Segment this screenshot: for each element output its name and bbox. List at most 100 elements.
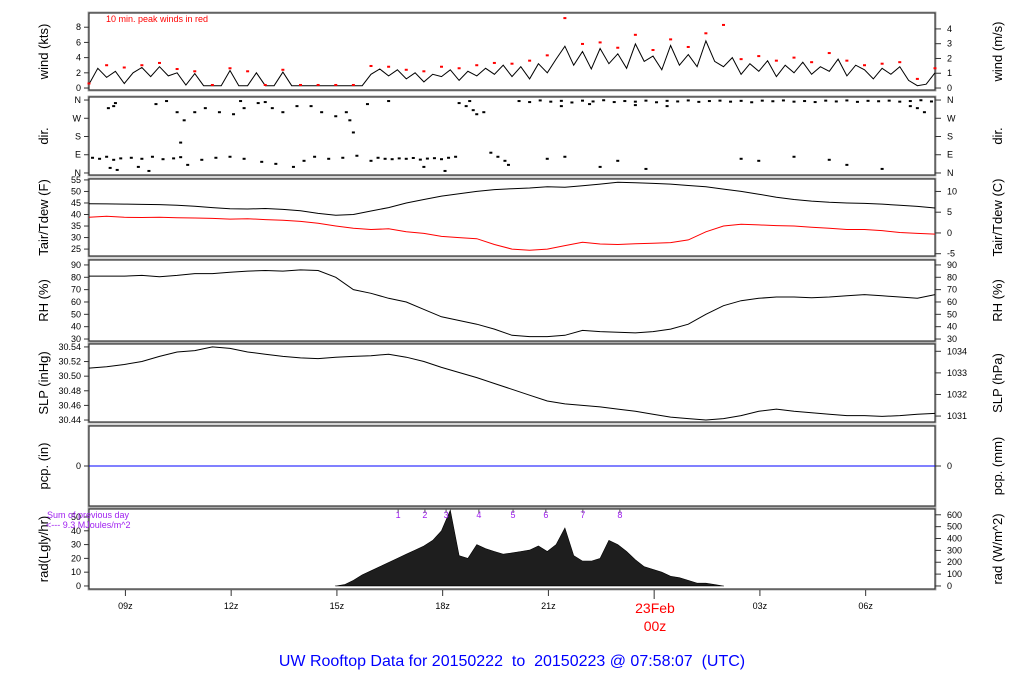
temp-ytick-label-left: 55 <box>71 175 81 185</box>
wind-dir-point <box>136 165 140 168</box>
wind-dir-point <box>718 99 722 102</box>
wind-gust-mark <box>351 83 355 86</box>
wind-dir-point <box>866 99 870 102</box>
dir-panel-outer-frame <box>87 95 937 177</box>
wind-dir-point <box>616 159 620 162</box>
wind-gust-mark <box>563 17 567 20</box>
wind-dir-point <box>214 156 218 159</box>
wind-dir-point <box>506 163 510 166</box>
slp-ylabel-left: SLP (inHg) <box>36 351 51 414</box>
weather-chart: wind (kts) wind (m/s)0246801234dir. dir.NW… <box>36 11 1005 670</box>
wind-dir-point <box>150 155 154 158</box>
wind-dir-point <box>855 100 859 103</box>
wind-dir-point <box>471 109 475 112</box>
panel-slp: SLP (inHg) SLP (hPa) 30.44 30.46 30.48 30.50 3… <box>36 342 1005 425</box>
wind-dir-point <box>344 111 348 114</box>
wind-dir-point <box>112 105 116 108</box>
wind-dir-point <box>404 157 408 160</box>
slp-ylabel-right: SLP (hPa) <box>990 353 1005 413</box>
wind-panel-frame <box>88 12 936 91</box>
wind-dir-point <box>263 101 267 104</box>
wind-dir-point <box>425 157 429 160</box>
hour-mark-label: 5 <box>511 510 516 520</box>
wind-dir-point <box>771 100 775 103</box>
wind-dir-point <box>348 119 352 122</box>
wind-gust-mark <box>792 56 796 59</box>
rad-sum-note-2: <--- 9.3 MJoules/m^2 <box>46 520 131 530</box>
wind-gust-mark <box>528 59 532 62</box>
wind-dir-point <box>457 102 461 105</box>
pcp-ylabel-left: pcp. (in) <box>36 443 51 490</box>
hour-mark-label: 6 <box>543 510 548 520</box>
wind-gust-mark <box>87 82 91 85</box>
dir-ytick-label-right: S <box>947 132 953 142</box>
hour-mark-label: 1 <box>396 510 401 520</box>
wind-dir-point <box>105 155 109 158</box>
temp-ytick-label-left: 35 <box>71 221 81 231</box>
rad-ytick-label-right: 500 <box>947 522 962 532</box>
slp-ytick-label-left: 30.52 <box>58 357 81 367</box>
wind-dir-point <box>256 102 260 105</box>
wind-dir-point <box>387 100 391 103</box>
dir-ytick-label-left: S <box>75 132 81 142</box>
slp-ytick-label-left: 30.48 <box>58 386 81 396</box>
wind-dir-point <box>489 151 493 154</box>
temp-ytick-label-right: 0 <box>947 228 952 238</box>
dir-ytick-label-left: E <box>75 150 81 160</box>
pcp-ylabel-right: pcp. (mm) <box>990 437 1005 496</box>
wind-dir-point <box>496 155 500 158</box>
wind-dir-point <box>813 101 817 104</box>
wind-dir-point <box>432 157 436 160</box>
rad-ytick-label-left: 0 <box>76 581 81 591</box>
dir-panel-frame <box>88 96 936 176</box>
wind-dir-point <box>309 105 313 108</box>
wind-gust-mark <box>175 68 179 71</box>
rad-ytick-label-right: 200 <box>947 557 962 567</box>
wind-dir-point <box>559 99 563 102</box>
rh-ytick-label-right: 50 <box>947 309 957 319</box>
slp-ytick-label-left: 30.46 <box>58 400 81 410</box>
temp-ylabel-right: Tair/Tdew (C) <box>990 178 1005 256</box>
panel-temp: Tair/Tdew (F) Tair/Tdew (C)25303540455055… <box>36 175 1005 259</box>
x-tick-label: 06z <box>858 601 873 611</box>
wind-gust-mark <box>105 64 109 67</box>
wind-dir-point <box>182 119 186 122</box>
wind-gust-mark <box>122 66 126 69</box>
wind-dir-point <box>115 168 119 171</box>
wind-dir-point <box>581 99 584 102</box>
wind-dir-point <box>915 107 919 110</box>
slp-panel-frame <box>88 343 936 423</box>
wind-dir-point <box>313 155 317 158</box>
temp-ytick-label-left: 30 <box>71 233 81 243</box>
wind-gust-mark <box>158 61 161 64</box>
chart-title: UW Rooftop Data for 20150222 to 20150223… <box>279 653 745 670</box>
wind-dir-point <box>845 163 849 166</box>
wind-gust-mark <box>281 68 285 71</box>
wind-ytick-label-right: 0 <box>947 83 952 93</box>
temp-ytick-label-left: 50 <box>71 186 81 196</box>
pcp-ytick-label-right: 0 <box>947 461 952 471</box>
slp-ytick-label-right: 1034 <box>947 346 967 356</box>
wind-dir-point <box>922 111 926 114</box>
temp-panel-outer-frame <box>87 177 937 258</box>
wind-gust-mark <box>669 38 673 41</box>
wind-dir-point <box>570 101 574 104</box>
wind-gust-mark <box>334 83 338 86</box>
rad-area <box>334 509 724 587</box>
wind-dir-point <box>327 157 331 160</box>
wind-dir-point <box>665 99 669 102</box>
wind-dir-point <box>112 158 116 161</box>
wind-dir-point <box>633 100 637 103</box>
wind-dir-point <box>91 156 95 159</box>
rad-sum-note-1: Sum of previous day <box>47 510 130 520</box>
temp-ytick-label-right: -5 <box>947 249 955 259</box>
rad-ytick-label-right: 300 <box>947 545 962 555</box>
wind-gust-mark <box>510 62 514 65</box>
wind-dir-point <box>422 165 426 168</box>
rh-ylabel-right: RH (%) <box>990 279 1005 322</box>
wind-dir-point <box>877 100 881 103</box>
wind-dir-point <box>760 99 764 102</box>
wind-dir-point <box>803 100 807 103</box>
wind-dir-point <box>503 159 507 162</box>
wind-dir-point <box>686 99 690 102</box>
